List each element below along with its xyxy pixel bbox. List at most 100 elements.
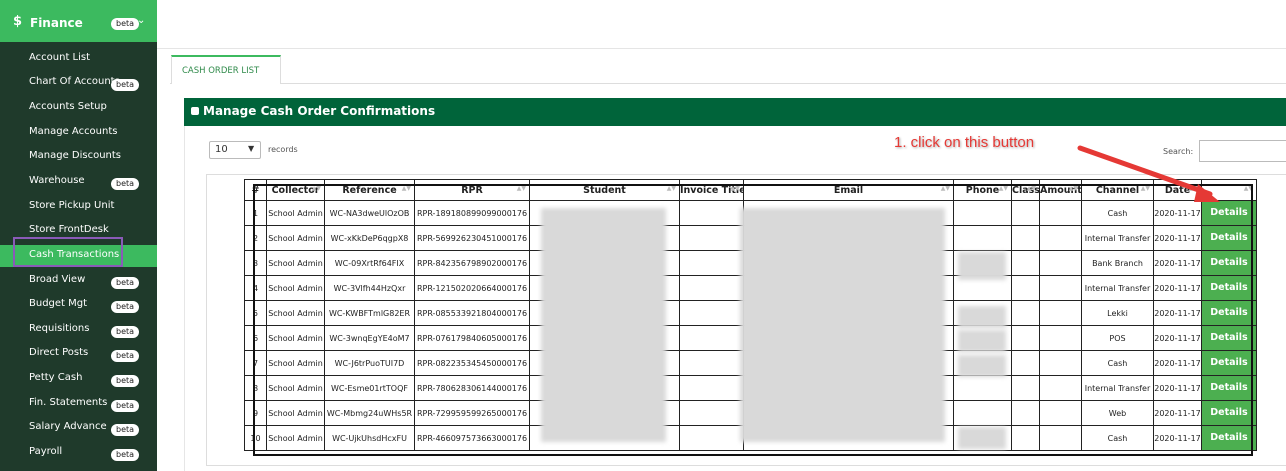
beta-badge: beta bbox=[111, 18, 140, 30]
details-button[interactable]: Details bbox=[1202, 276, 1256, 300]
table-cell: 2020-11-17 bbox=[1153, 250, 1202, 276]
table-cell: RPR-780628306144000176 bbox=[414, 375, 530, 401]
details-button[interactable]: Details bbox=[1202, 401, 1256, 425]
redacted-student-column bbox=[541, 208, 666, 442]
table-cell: 2020-11-17 bbox=[1153, 275, 1202, 301]
table-cell bbox=[1011, 425, 1040, 451]
table-cell: School Admin bbox=[266, 275, 325, 301]
beta-badge: beta bbox=[111, 301, 140, 313]
table-cell: Web bbox=[1081, 400, 1154, 426]
table-cell: School Admin bbox=[266, 375, 325, 401]
sidebar-item-petty-cash[interactable]: Petty Cash beta bbox=[0, 368, 157, 390]
records-length-select[interactable]: 10 ▼ bbox=[209, 141, 261, 159]
chevron-down-icon: ▼ bbox=[248, 144, 255, 153]
sidebar-item-requisitions[interactable]: Requisitions beta bbox=[0, 319, 157, 341]
highlight-box bbox=[13, 237, 123, 267]
sidebar-finance-header[interactable]: $ Finance beta ⌄ bbox=[0, 0, 157, 42]
column-header-label: Student bbox=[583, 184, 626, 196]
details-button[interactable]: Details bbox=[1202, 376, 1256, 400]
column-header-label: Email bbox=[833, 184, 864, 196]
table-cell: WC-UjkUhsdHcxFU bbox=[324, 425, 415, 451]
table-cell: 2020-11-17 bbox=[1153, 350, 1202, 376]
table-cell: WC-3wnqEgYE4oM7 bbox=[324, 325, 415, 351]
table-cell: Bank Branch bbox=[1081, 250, 1154, 276]
sidebar-item-payroll[interactable]: Payroll beta bbox=[0, 442, 157, 464]
table-cell: RPR-121502020664000176 bbox=[414, 275, 530, 301]
table-cell: Cash bbox=[1081, 425, 1154, 451]
column-header[interactable]: # bbox=[244, 179, 267, 201]
sort-icon: ▲▼ bbox=[666, 185, 676, 192]
sidebar-item-direct-posts[interactable]: Direct Posts beta bbox=[0, 343, 157, 365]
sidebar: $ Finance beta ⌄ Account List Chart Of Ac… bbox=[0, 0, 157, 471]
table-cell: 8 bbox=[244, 375, 267, 401]
sidebar-item-store-pickup-unit[interactable]: Store Pickup Unit bbox=[0, 196, 157, 218]
table-cell: WC-xKkDeP6qgpX8 bbox=[324, 225, 415, 251]
sidebar-item-manage-accounts[interactable]: Manage Accounts bbox=[0, 122, 157, 144]
table-cell bbox=[1011, 250, 1040, 276]
table-cell: WC-Esme01rtTOQF bbox=[324, 375, 415, 401]
column-header[interactable]: RPR ▲▼ bbox=[414, 179, 530, 201]
column-header[interactable]: Collector ▲▼ bbox=[266, 179, 325, 201]
table-cell bbox=[679, 200, 744, 226]
details-button[interactable]: Details bbox=[1202, 301, 1256, 325]
table-cell: 4 bbox=[244, 275, 267, 301]
table-cell: RPR-842356798902000176 bbox=[414, 250, 530, 276]
sidebar-item-budget-mgt[interactable]: Budget Mgt beta bbox=[0, 294, 157, 316]
table-cell bbox=[679, 375, 744, 401]
table-cell: WC-09XrtRf64FIX bbox=[324, 250, 415, 276]
beta-badge: beta bbox=[111, 375, 140, 387]
column-header[interactable]: Invoice Title ▲▼ bbox=[679, 179, 744, 201]
column-header[interactable]: Reference ▲▼ bbox=[324, 179, 415, 201]
table-cell: Lekki bbox=[1081, 300, 1154, 326]
table-cell: 5 bbox=[244, 300, 267, 326]
beta-badge: beta bbox=[111, 449, 140, 461]
column-header[interactable]: Student ▲▼ bbox=[529, 179, 680, 201]
redacted-phone bbox=[958, 330, 1006, 352]
table-cell bbox=[1039, 250, 1082, 276]
sidebar-item-label: Account List bbox=[29, 52, 91, 63]
sidebar-item-accounts-setup[interactable]: Accounts Setup bbox=[0, 97, 157, 119]
column-header[interactable]: Class ▲▼ bbox=[1011, 179, 1040, 201]
sidebar-item-broad-view[interactable]: Broad View beta bbox=[0, 270, 157, 292]
sidebar-item-label: Payroll bbox=[29, 446, 63, 457]
table-cell: 2020-11-17 bbox=[1153, 325, 1202, 351]
table-cell: School Admin bbox=[266, 200, 325, 226]
details-button[interactable]: Details bbox=[1202, 226, 1256, 250]
table-cell bbox=[679, 225, 744, 251]
table-cell bbox=[953, 400, 1012, 426]
table-cell: 9 bbox=[244, 400, 267, 426]
column-header[interactable]: Phone ▲▼ bbox=[953, 179, 1012, 201]
sidebar-item-manage-discounts[interactable]: Manage Discounts bbox=[0, 146, 157, 168]
table-cell bbox=[1039, 375, 1082, 401]
chevron-down-icon[interactable]: ⌄ bbox=[137, 15, 145, 26]
sidebar-item-account-list[interactable]: Account List bbox=[0, 48, 157, 70]
details-button[interactable]: Details bbox=[1202, 351, 1256, 375]
table-cell bbox=[1039, 350, 1082, 376]
redacted-phone bbox=[958, 355, 1006, 377]
sidebar-item-label: Chart Of Accounts bbox=[29, 76, 120, 87]
table-cell: Internal Transfer bbox=[1081, 275, 1154, 301]
sidebar-item-chart-of-accounts[interactable]: Chart Of Accounts beta bbox=[0, 72, 157, 94]
table-cell: RPR-076179840605000176 bbox=[414, 325, 530, 351]
table-cell: WC-3Vlfh44HzQxr bbox=[324, 275, 415, 301]
table-cell: Details bbox=[1201, 350, 1257, 376]
sort-icon: ▲▼ bbox=[1026, 185, 1036, 192]
details-button[interactable]: Details bbox=[1202, 251, 1256, 275]
sidebar-item-fin-statements[interactable]: Fin. Statements beta bbox=[0, 393, 157, 415]
table-cell bbox=[679, 275, 744, 301]
tab-cash-order-list[interactable]: CASH ORDER LIST bbox=[171, 55, 281, 84]
details-button[interactable]: Details bbox=[1202, 326, 1256, 350]
beta-badge: beta bbox=[111, 400, 140, 412]
column-header[interactable]: Email ▲▼ bbox=[743, 179, 954, 201]
sidebar-item-label: Warehouse bbox=[29, 175, 85, 186]
table-cell bbox=[1039, 425, 1082, 451]
table-cell: WC-J6trPuoTUI7D bbox=[324, 350, 415, 376]
table-cell: Details bbox=[1201, 225, 1257, 251]
table-cell: Details bbox=[1201, 250, 1257, 276]
details-button[interactable]: Details bbox=[1202, 426, 1256, 450]
sidebar-item-warehouse[interactable]: Warehouse beta bbox=[0, 171, 157, 193]
table-cell: 1 bbox=[244, 200, 267, 226]
sidebar-item-label: Fin. Statements bbox=[29, 397, 108, 408]
table-cell: Internal Transfer bbox=[1081, 375, 1154, 401]
sidebar-item-salary-advance[interactable]: Salary Advance beta bbox=[0, 417, 157, 439]
